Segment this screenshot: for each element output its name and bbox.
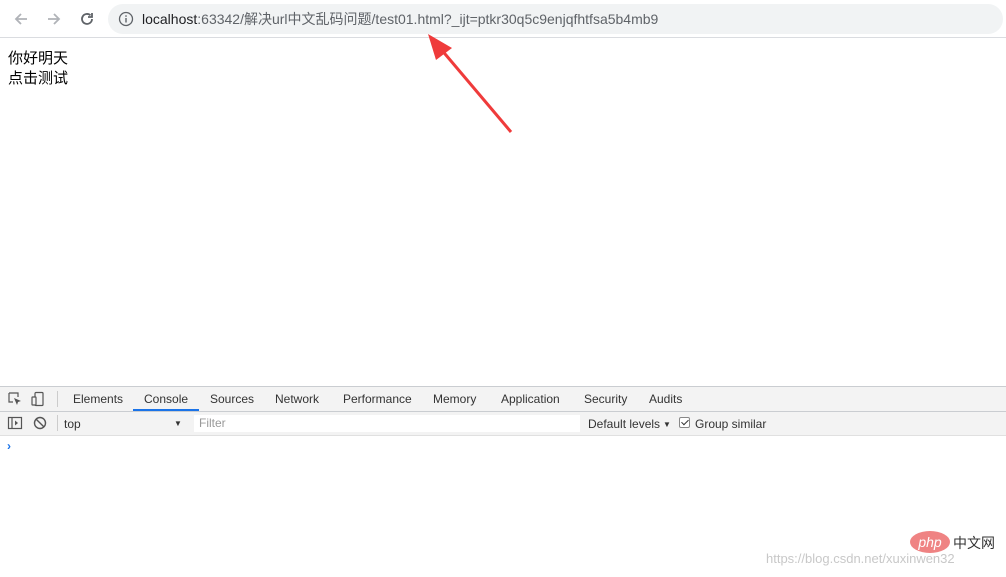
url-path: :63342/解决url中文乱码问题/test01.html?_ijt=ptkr… [197, 11, 659, 27]
greeting-text: 你好明天 [8, 49, 69, 67]
group-similar-checkbox[interactable] [679, 417, 690, 428]
forward-button[interactable] [42, 7, 66, 31]
console-toolbar: top ▼ Filter Default levels ▼ Group simil… [0, 412, 1006, 436]
url-host: localhost [142, 11, 198, 27]
reload-button[interactable] [75, 7, 99, 31]
page-content: 你好明天 点击测试 [8, 48, 68, 88]
filter-input[interactable]: Filter [194, 415, 580, 432]
address-bar[interactable]: localhost:63342/解决url中文乱码问题/test01.html?… [108, 4, 1003, 34]
context-selector[interactable]: top [64, 416, 184, 432]
tab-network[interactable]: Network [275, 387, 319, 411]
toolbar-divider [57, 415, 58, 431]
log-levels-dropdown[interactable]: Default levels ▼ [588, 416, 671, 433]
devtools-panel: Elements Console Sources Network Perform… [0, 386, 1006, 577]
sidebar-toggle-icon[interactable] [7, 415, 23, 431]
click-test-text[interactable]: 点击测试 [8, 68, 68, 88]
back-arrow-icon [14, 13, 27, 25]
watermark-url: https://blog.csdn.net/xuxinwen32 [766, 551, 955, 566]
log-levels-label: Default levels [588, 417, 661, 431]
tab-application[interactable]: Application [501, 387, 560, 411]
toolbar-divider [57, 391, 58, 407]
back-button[interactable] [9, 7, 33, 31]
console-prompt[interactable]: › [7, 439, 11, 453]
reload-icon [81, 13, 93, 25]
tab-elements[interactable]: Elements [73, 387, 123, 411]
inspect-element-icon[interactable] [7, 391, 23, 407]
php-logo-suffix: 中文网 [953, 536, 995, 552]
chevron-down-icon: ▼ [663, 420, 671, 429]
devtools-tab-bar: Elements Console Sources Network Perform… [0, 387, 1006, 412]
tab-console[interactable]: Console [133, 387, 200, 411]
device-toolbar-icon[interactable] [30, 391, 46, 407]
forward-arrow-icon [48, 13, 61, 25]
clear-console-icon[interactable] [32, 415, 48, 431]
annotation-arrow-icon [428, 34, 513, 133]
tab-performance[interactable]: Performance [343, 387, 412, 411]
tab-security[interactable]: Security [584, 387, 627, 411]
chevron-down-icon: ▼ [174, 419, 182, 428]
tab-sources[interactable]: Sources [210, 387, 254, 411]
group-similar-label: Group similar [695, 417, 767, 431]
php-logo: php [910, 531, 950, 553]
url-text[interactable]: localhost:63342/解决url中文乱码问题/test01.html?… [142, 10, 658, 28]
tab-audits[interactable]: Audits [649, 387, 682, 411]
tab-memory[interactable]: Memory [433, 387, 476, 411]
info-icon[interactable] [118, 11, 134, 27]
